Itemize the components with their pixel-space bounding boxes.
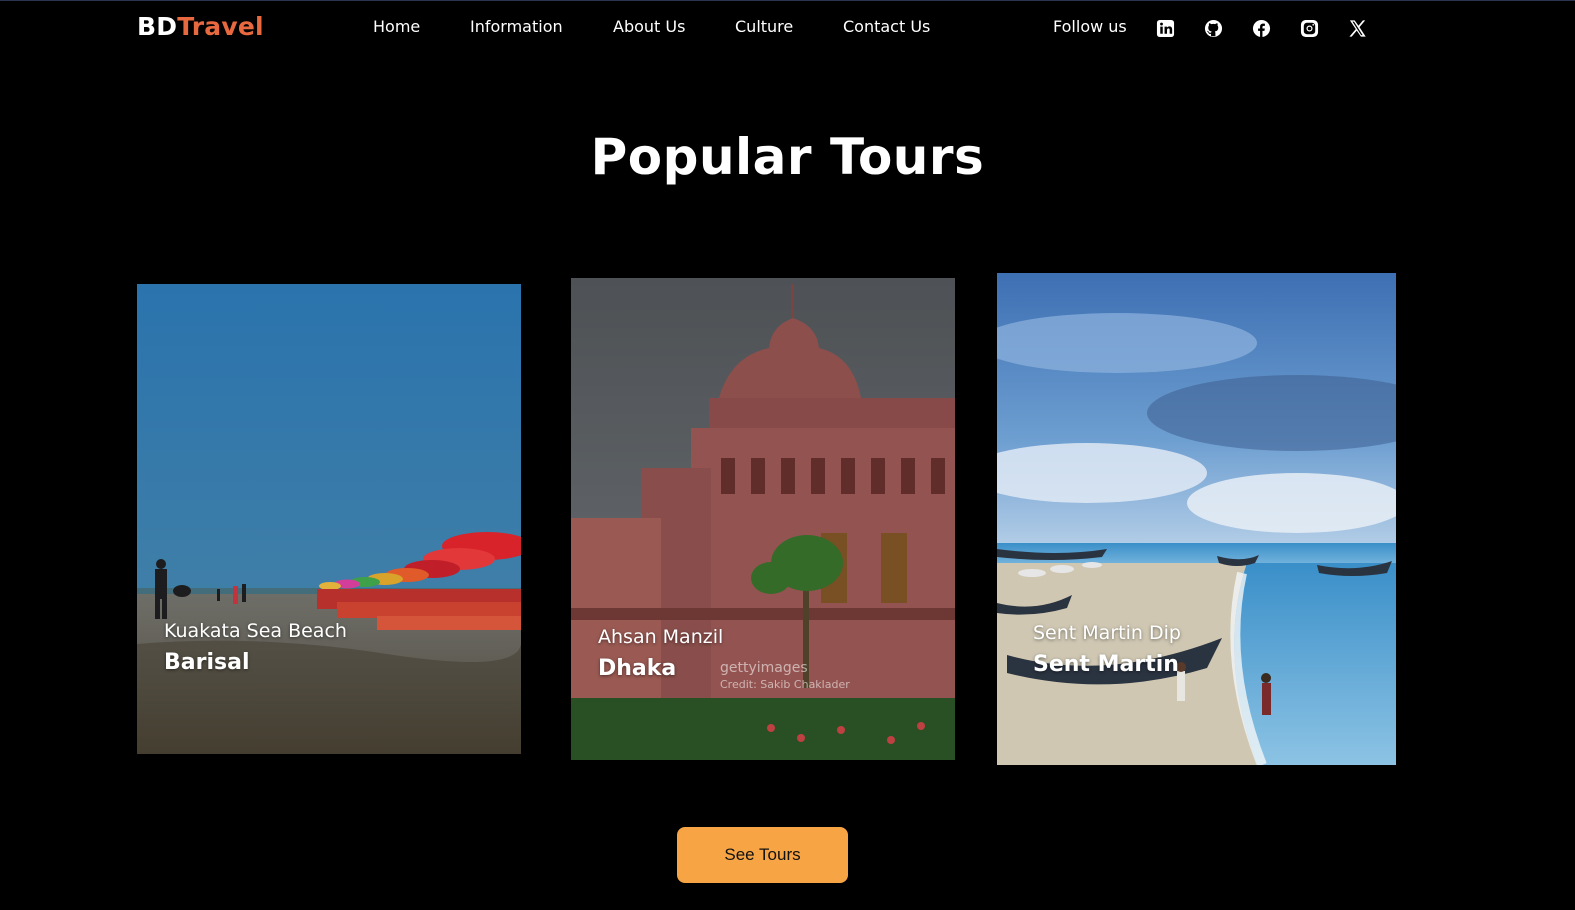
follow-us-label: Follow us xyxy=(1053,17,1127,36)
logo-text-travel: Travel xyxy=(177,12,264,41)
tour-place-name: Ahsan Manzil xyxy=(598,626,724,648)
nav-contact-us-link[interactable]: Contact Us xyxy=(843,17,930,36)
facebook-icon[interactable] xyxy=(1250,17,1272,39)
tour-city-name: Sent Martin xyxy=(1033,652,1179,677)
nav-home-link[interactable]: Home xyxy=(373,17,420,36)
tour-card-kuakata[interactable]: Kuakata Sea Beach Barisal xyxy=(137,284,521,754)
photo-credit: Credit: Sakib Chaklader xyxy=(720,678,850,691)
image-watermark: gettyimages Credit: Sakib Chaklader xyxy=(720,660,850,691)
tour-place-name: Sent Martin Dip xyxy=(1033,622,1181,644)
nav-about-us-link[interactable]: About Us xyxy=(613,17,685,36)
see-tours-button[interactable]: See Tours xyxy=(677,827,848,883)
site-logo[interactable]: BDTravel xyxy=(137,12,264,41)
x-icon[interactable] xyxy=(1346,17,1368,39)
tour-image-beach xyxy=(137,284,521,754)
tour-city-name: Dhaka xyxy=(598,656,677,681)
tour-image-island-beach xyxy=(997,273,1396,765)
logo-text-bd: BD xyxy=(137,12,178,41)
top-border-line xyxy=(0,0,1575,1)
watermark-text: gettyimages xyxy=(720,660,808,676)
tour-card-sent-martin[interactable]: Sent Martin Dip Sent Martin xyxy=(997,273,1396,765)
instagram-icon[interactable] xyxy=(1298,17,1320,39)
tour-place-name: Kuakata Sea Beach xyxy=(164,620,347,642)
section-title: Popular Tours xyxy=(590,128,985,186)
linkedin-icon[interactable] xyxy=(1154,17,1176,39)
tour-card-ahsan-manzil[interactable]: Ahsan Manzil Dhaka gettyimages Credit: S… xyxy=(571,278,955,760)
github-icon[interactable] xyxy=(1202,17,1224,39)
nav-culture-link[interactable]: Culture xyxy=(735,17,793,36)
nav-information-link[interactable]: Information xyxy=(470,17,563,36)
tour-city-name: Barisal xyxy=(164,650,250,675)
